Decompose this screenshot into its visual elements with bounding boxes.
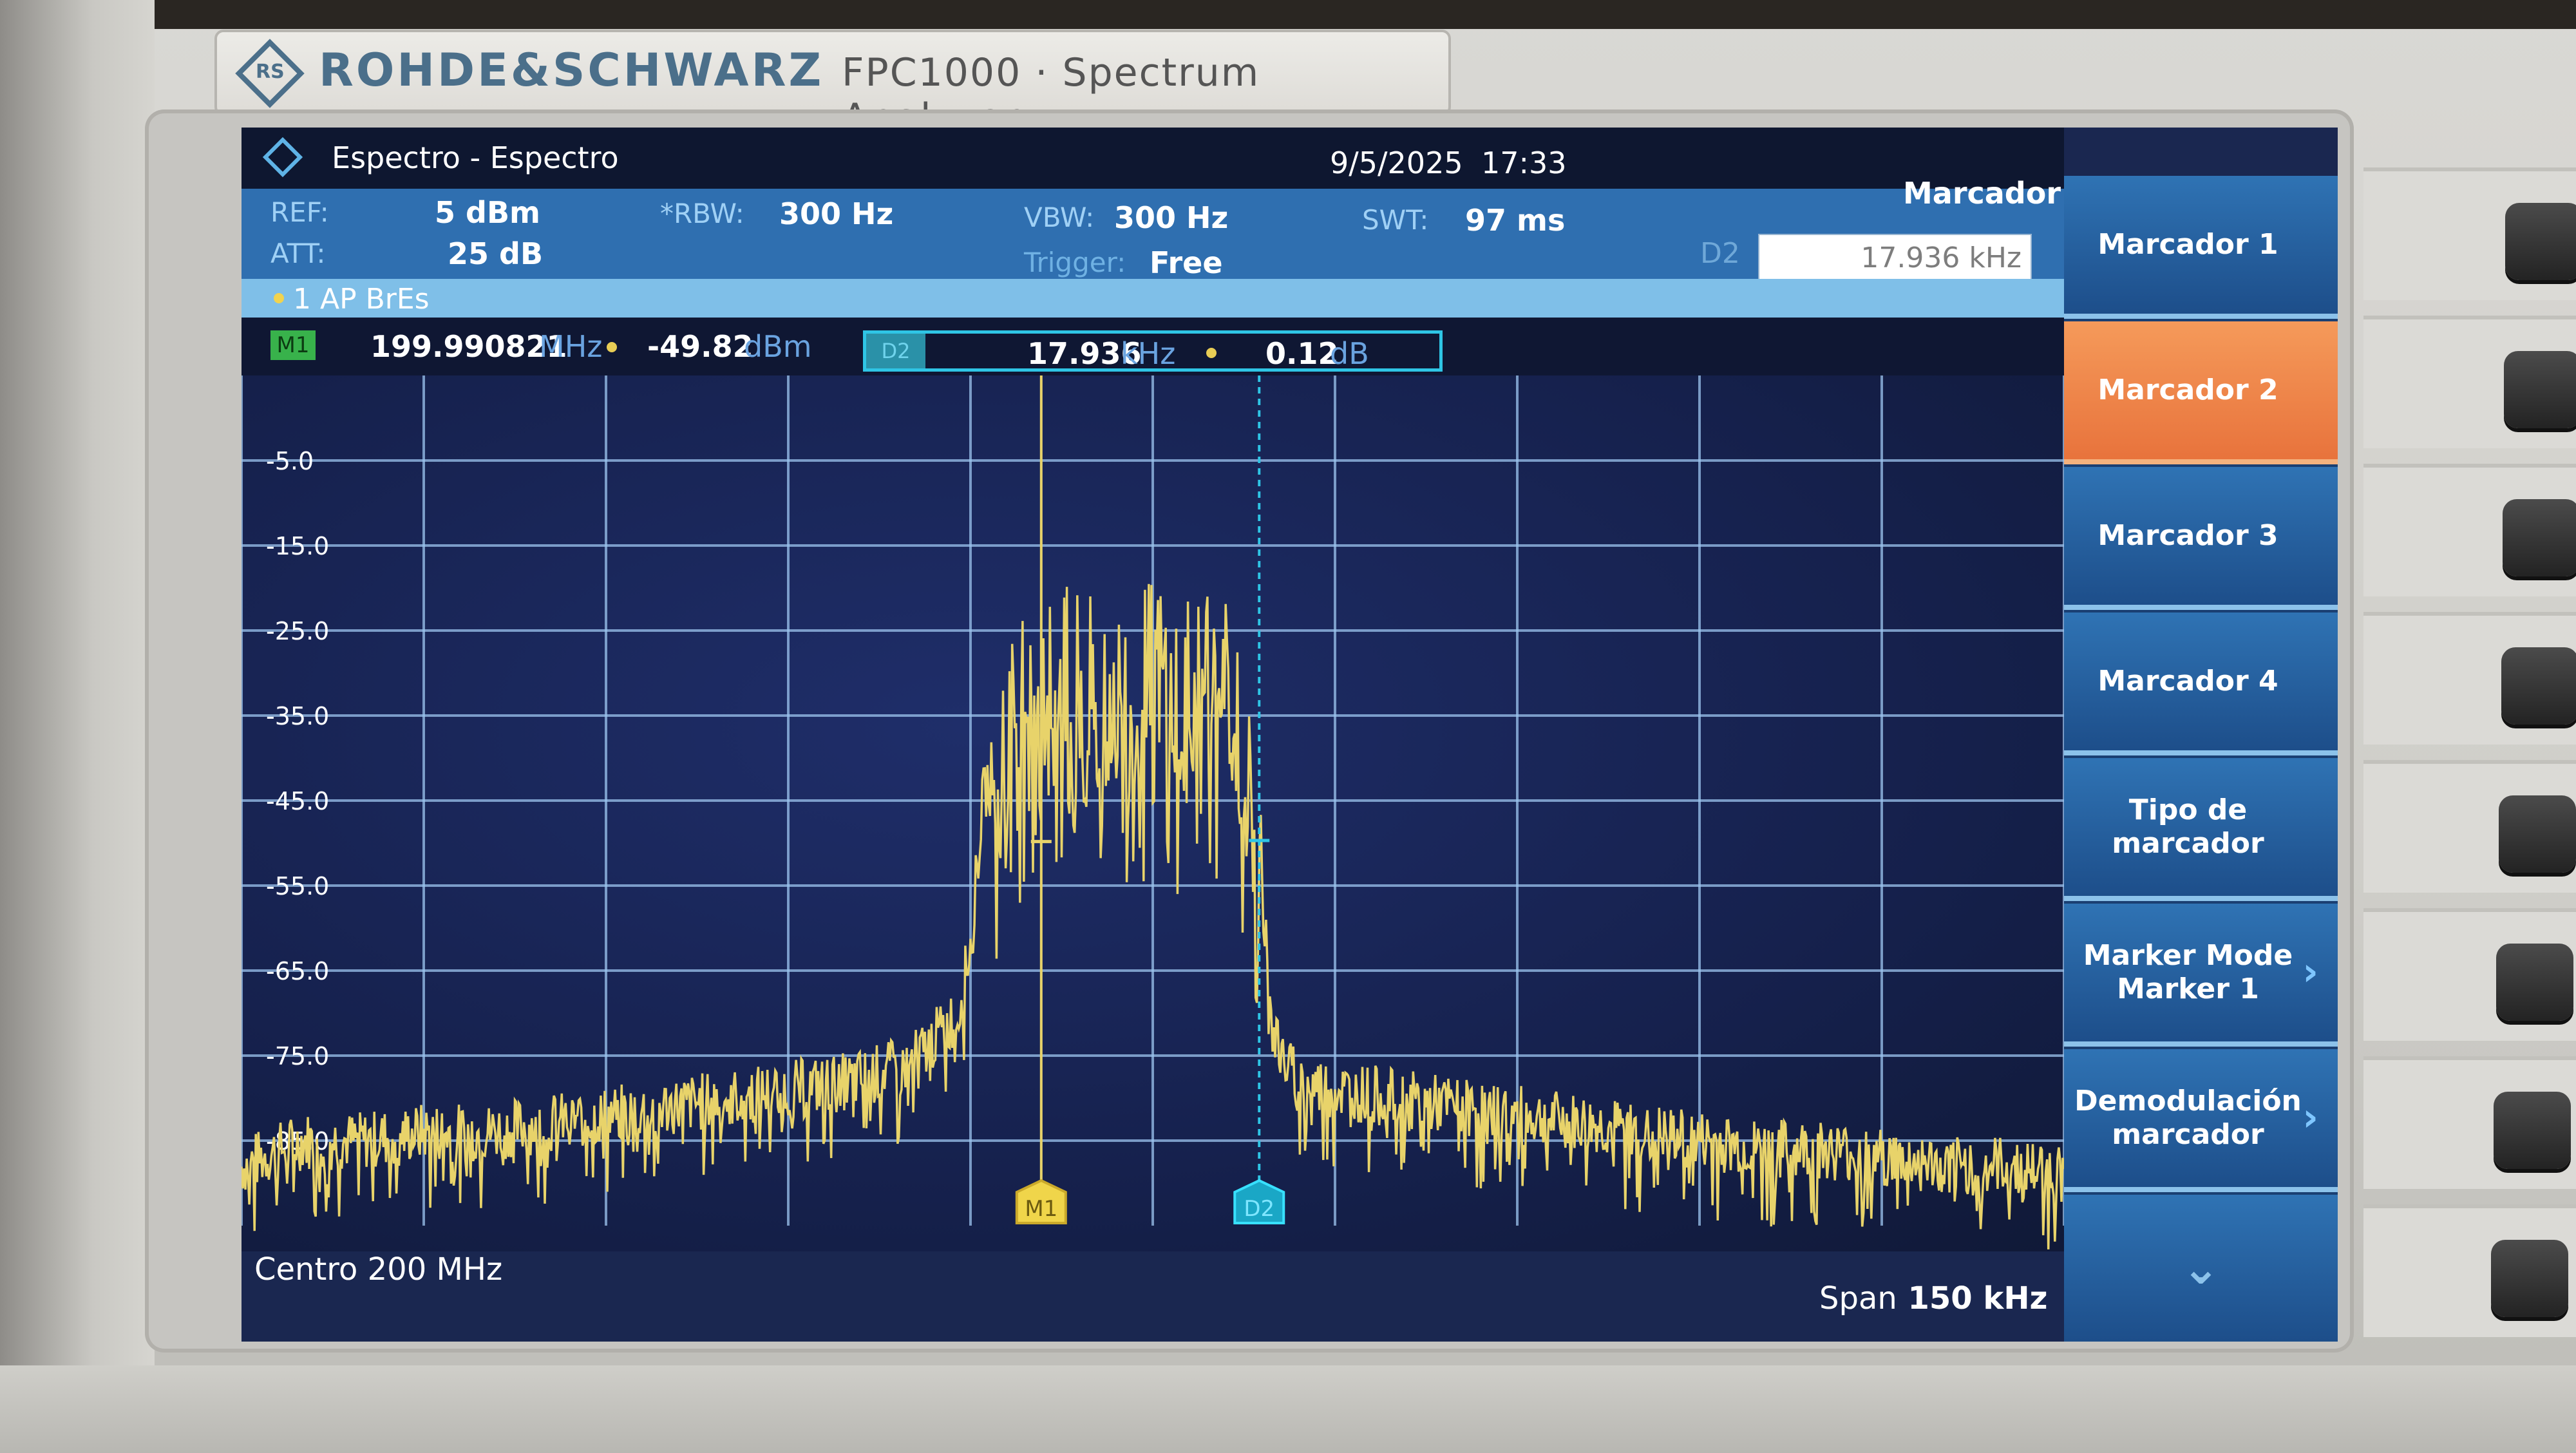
ref-label: REF: bbox=[270, 196, 329, 228]
trace-color-dot bbox=[274, 293, 284, 303]
d2-level: 0.12 bbox=[1265, 336, 1339, 371]
span-label: Span bbox=[1819, 1280, 1897, 1316]
chevron-right-icon: › bbox=[2302, 949, 2318, 994]
softkey-label: Marcador 1 bbox=[2098, 228, 2278, 261]
brand-name: ROHDE&SCHWARZ bbox=[319, 44, 824, 97]
vbw-label: VBW: bbox=[1024, 202, 1095, 233]
time-display: 17:33 bbox=[1481, 146, 1567, 180]
hw-softkey-7[interactable] bbox=[2494, 1092, 2571, 1169]
center-value: 200 MHz bbox=[367, 1251, 503, 1287]
softkey-label: Marcador 4 bbox=[2098, 665, 2278, 698]
hw-softkey-3[interactable] bbox=[2503, 499, 2576, 576]
swt-label: SWT: bbox=[1362, 204, 1429, 236]
background-edge bbox=[0, 0, 2576, 29]
case-left-edge bbox=[0, 0, 155, 1453]
y-tick-label: -15.0 bbox=[266, 532, 329, 560]
hw-softkey-8[interactable] bbox=[2491, 1240, 2568, 1317]
softkey-demodulacion[interactable]: Demodulación marcador › bbox=[2064, 1049, 2338, 1192]
center-label: Centro bbox=[254, 1251, 358, 1287]
softkey-label: Tipo de marcador bbox=[2112, 793, 2264, 860]
brand-plate: RS ROHDE&SCHWARZ FPC1000 · Spectrum Anal… bbox=[214, 30, 1451, 140]
softkey-marcador-3[interactable]: Marcador 3 bbox=[2064, 467, 2338, 610]
rs-logo-icon bbox=[262, 137, 303, 178]
spectrum-plot[interactable]: -5.0 -15.0 -25.0 -35.0 -45.0 -55.0 -65.0 -75.0-… bbox=[242, 375, 2064, 1251]
softkey-label: Marcador 3 bbox=[2098, 519, 2278, 552]
hw-softkey-6[interactable] bbox=[2496, 944, 2573, 1021]
softkey-marcador-2[interactable]: Marcador 2 bbox=[2064, 321, 2338, 464]
hw-softkey-2[interactable] bbox=[2504, 351, 2576, 428]
hw-softkey-1[interactable] bbox=[2505, 203, 2576, 280]
m1-separator-dot bbox=[607, 342, 617, 352]
title-bar: Espectro - Espectro 9/5/2025 17:33 bbox=[242, 128, 2064, 189]
m1-frequency-unit: MHz bbox=[539, 329, 603, 364]
date-display: 9/5/2025 bbox=[1330, 146, 1463, 180]
trigger-label: Trigger: bbox=[1024, 247, 1126, 278]
marker-readout-bar: M1 199.990821 MHz -49.82 dBm D2 17.936 k… bbox=[242, 318, 2064, 375]
y-tick-label: -35.0 bbox=[266, 702, 329, 730]
marker-d2-label: D2 bbox=[1244, 1196, 1274, 1222]
mode-title: Espectro - Espectro bbox=[332, 140, 619, 175]
y-tick-label: -25.0 bbox=[266, 617, 329, 645]
analyzer-screen: Espectro - Espectro 9/5/2025 17:33 REF: … bbox=[242, 128, 2338, 1342]
softkey-more[interactable]: ⌄ bbox=[2064, 1195, 2338, 1342]
softkey-label: Demodulación marcador bbox=[2074, 1085, 2302, 1151]
softkey-label: Marker Mode Marker 1 bbox=[2083, 939, 2293, 1005]
d2-badge: D2 bbox=[866, 334, 925, 368]
swt-value[interactable]: 97 ms bbox=[1465, 203, 1565, 238]
chevron-down-icon: ⌄ bbox=[2182, 1242, 2220, 1295]
y-tick-label: -45.0 bbox=[266, 787, 329, 815]
chevron-right-icon: › bbox=[2302, 1095, 2318, 1140]
spectrum-chart[interactable]: -5.0-15.0-25.0-35.0-45.0-55.0-65.0-75.0-… bbox=[242, 375, 2064, 1251]
trace-info[interactable]: 1 AP BrEs bbox=[293, 283, 430, 316]
att-value[interactable]: 25 dB bbox=[448, 236, 543, 271]
trigger-value[interactable]: Free bbox=[1150, 245, 1223, 280]
d2-field-label: D2 bbox=[1700, 237, 1740, 270]
m1-badge: M1 bbox=[270, 330, 316, 360]
span-setting[interactable]: Span 150 kHz bbox=[1819, 1280, 2047, 1316]
softkey-marker-mode[interactable]: Marker Mode Marker 1 › bbox=[2064, 904, 2338, 1047]
softkey-marcador-1[interactable]: Marcador 1 bbox=[2064, 176, 2338, 319]
marker-panel-title: Marcador bbox=[1903, 176, 2061, 211]
att-label: ATT: bbox=[270, 238, 326, 269]
span-value: 150 kHz bbox=[1908, 1280, 2048, 1316]
y-tick-label: -55.0 bbox=[266, 872, 329, 900]
softkey-tipo-marcador[interactable]: Tipo de marcador bbox=[2064, 758, 2338, 901]
d2-readout-box[interactable]: D2 17.936 kHz 0.12 dB bbox=[863, 330, 1443, 372]
center-frequency[interactable]: Centro 200 MHz bbox=[254, 1251, 502, 1287]
ref-value[interactable]: 5 dBm bbox=[435, 195, 540, 230]
softkey-menu: Marcador 1 Marcador 2 Marcador 3 Marcado… bbox=[2064, 176, 2338, 1342]
m1-frequency: 199.990821 bbox=[370, 329, 567, 364]
y-tick-label: -65.0 bbox=[266, 957, 329, 985]
y-tick-label: -5.0 bbox=[266, 447, 314, 475]
hw-softkey-5[interactable] bbox=[2499, 795, 2576, 873]
vbw-value[interactable]: 300 Hz bbox=[1114, 200, 1228, 235]
trace-info-bar: 1 AP BrEs bbox=[242, 279, 2064, 318]
d2-frequency-input[interactable]: 17.936 kHz bbox=[1758, 234, 2032, 280]
m1-level: -49.82 bbox=[647, 329, 753, 364]
m1-level-unit: dBm bbox=[744, 329, 812, 364]
hw-softkey-4[interactable] bbox=[2501, 647, 2576, 725]
brand-logo-text: RS bbox=[256, 61, 285, 83]
d2-frequency-unit: kHz bbox=[1121, 336, 1176, 371]
marker-m1-label: M1 bbox=[1025, 1196, 1057, 1222]
softkey-marcador-4[interactable]: Marcador 4 bbox=[2064, 613, 2338, 755]
case-bottom bbox=[0, 1365, 2576, 1453]
d2-level-unit: dB bbox=[1330, 336, 1369, 371]
rbw-value[interactable]: 300 Hz bbox=[779, 196, 893, 231]
softkey-label: Marcador 2 bbox=[2098, 374, 2278, 406]
rbw-label: *RBW: bbox=[660, 198, 744, 229]
d2-separator-dot bbox=[1206, 348, 1217, 358]
y-tick-label: -75.0 bbox=[266, 1042, 329, 1070]
